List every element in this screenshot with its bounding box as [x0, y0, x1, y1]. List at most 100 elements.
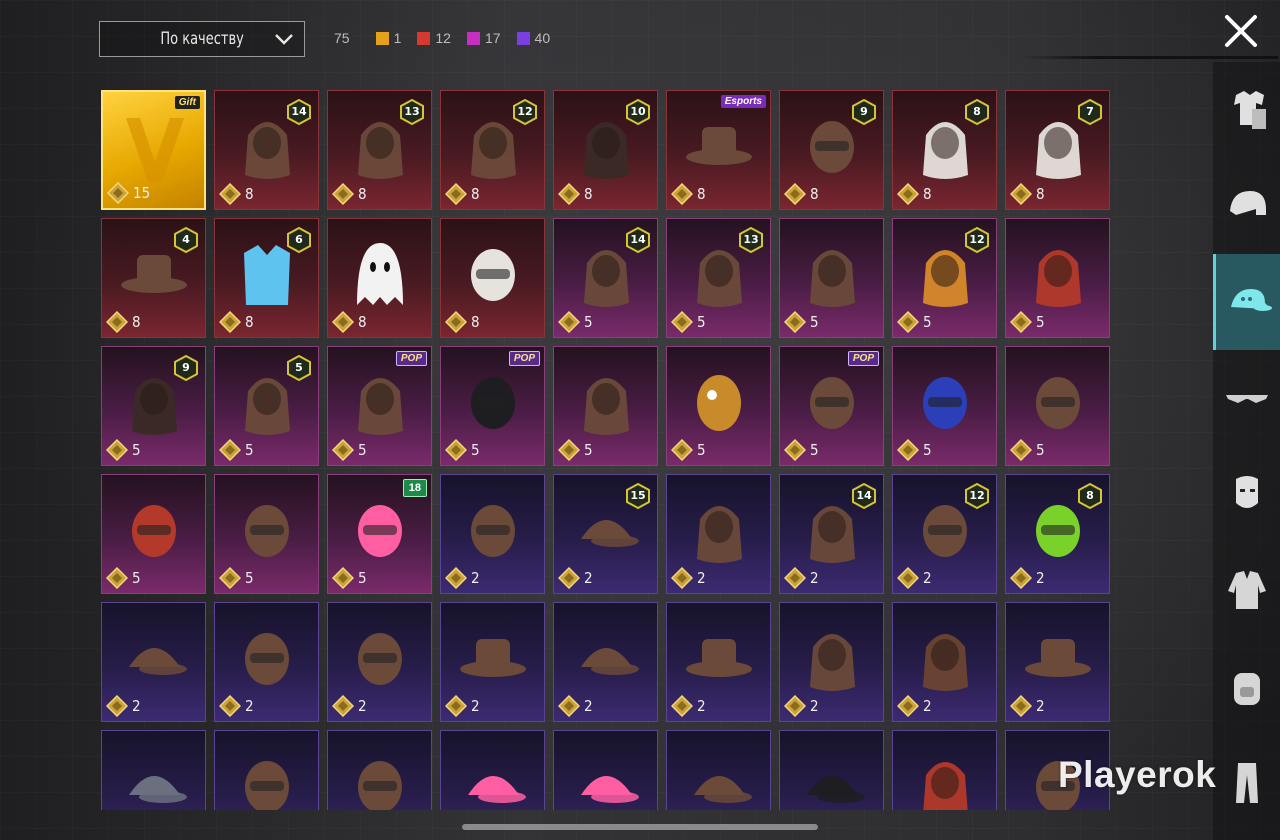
- item-card[interactable]: 5: [892, 346, 997, 466]
- item-card[interactable]: 8: [327, 218, 432, 338]
- diamond-token-icon: [558, 695, 580, 717]
- item-card[interactable]: 8: [440, 218, 545, 338]
- item-card[interactable]: 5: [1005, 218, 1110, 338]
- level-badge-value: 14: [856, 489, 872, 502]
- item-card[interactable]: 2: [440, 474, 545, 594]
- baseball-cap-artwork: [129, 648, 187, 675]
- item-points-value: 2: [810, 697, 819, 715]
- item-card[interactable]: 14 2: [779, 474, 884, 594]
- glasses-icon: [1225, 395, 1268, 403]
- item-card[interactable]: 2: [892, 602, 997, 722]
- item-card[interactable]: Esports 8: [666, 90, 771, 210]
- item-card[interactable]: Gift 15: [101, 90, 206, 210]
- sort-dropdown[interactable]: По качеству: [99, 21, 305, 57]
- item-card[interactable]: 2: [666, 474, 771, 594]
- item-card[interactable]: POP 5: [440, 346, 545, 466]
- sidebar-tab-cap[interactable]: [1213, 254, 1280, 350]
- item-card[interactable]: 10 8: [553, 90, 658, 210]
- beanie-artwork: [581, 648, 639, 675]
- quality-count-value: 17: [484, 30, 501, 46]
- item-points: 2: [106, 695, 141, 717]
- item-card[interactable]: 5: [553, 346, 658, 466]
- diamond-token-icon: [897, 183, 919, 205]
- item-points: 2: [558, 695, 593, 717]
- face-mask-icon: [1235, 476, 1258, 508]
- close-icon[interactable]: [1222, 12, 1260, 50]
- item-card[interactable]: 88: [892, 90, 997, 210]
- sidebar-tab-outfit[interactable]: [1213, 62, 1280, 158]
- item-card[interactable]: 14 8: [214, 90, 319, 210]
- item-card[interactable]: 2: [666, 602, 771, 722]
- item-points: 2: [558, 567, 593, 589]
- item-card[interactable]: [779, 730, 884, 810]
- sidebar-tab-backpack[interactable]: [1213, 638, 1280, 734]
- item-card[interactable]: 5: [779, 218, 884, 338]
- home-indicator[interactable]: [462, 824, 818, 830]
- total-count: 75: [334, 30, 350, 46]
- item-card[interactable]: 14 5: [553, 218, 658, 338]
- item-card[interactable]: 5: [1005, 346, 1110, 466]
- sidebar-tab-helmet[interactable]: [1213, 158, 1280, 254]
- item-card[interactable]: 2: [440, 602, 545, 722]
- item-points: 8: [106, 311, 141, 333]
- diamond-token-icon: [897, 695, 919, 717]
- item-card[interactable]: 2: [1005, 602, 1110, 722]
- diamond-token-icon: [445, 439, 467, 461]
- item-card[interactable]: 5: [214, 474, 319, 594]
- sidebar-tab-face-mask[interactable]: [1213, 446, 1280, 542]
- category-sidebar: [1213, 62, 1280, 840]
- item-card[interactable]: [440, 730, 545, 810]
- item-card[interactable]: 2: [101, 602, 206, 722]
- item-card[interactable]: [892, 730, 997, 810]
- item-points: 2: [784, 567, 819, 589]
- item-card[interactable]: 95: [101, 346, 206, 466]
- item-points: 5: [106, 567, 141, 589]
- item-card[interactable]: 12 5: [892, 218, 997, 338]
- sidebar-tab-jacket[interactable]: [1213, 542, 1280, 638]
- item-card[interactable]: 13 8: [327, 90, 432, 210]
- pants-icon: [1235, 763, 1258, 803]
- item-card[interactable]: 2: [214, 602, 319, 722]
- item-points-value: 5: [132, 569, 141, 587]
- item-card[interactable]: 5: [666, 346, 771, 466]
- item-card[interactable]: POP 5: [779, 346, 884, 466]
- item-points: 2: [1010, 695, 1045, 717]
- sidebar-tab-glasses[interactable]: [1213, 350, 1280, 446]
- item-card[interactable]: [101, 730, 206, 810]
- item-card[interactable]: 48: [101, 218, 206, 338]
- level-badge-value: 14: [630, 233, 646, 246]
- item-card[interactable]: [327, 730, 432, 810]
- item-card[interactable]: [553, 730, 658, 810]
- item-card[interactable]: 78: [1005, 90, 1110, 210]
- item-card[interactable]: 2: [553, 602, 658, 722]
- item-card[interactable]: 18 5: [327, 474, 432, 594]
- item-card[interactable]: 2: [779, 602, 884, 722]
- item-card[interactable]: 55: [214, 346, 319, 466]
- item-card[interactable]: 2: [327, 602, 432, 722]
- level-badge: 9: [174, 354, 198, 382]
- level-badge-value: 12: [969, 489, 985, 502]
- item-card[interactable]: 13 5: [666, 218, 771, 338]
- diamond-token-icon: [445, 695, 467, 717]
- item-points: 8: [445, 183, 480, 205]
- bunny-mask-artwork: [810, 377, 854, 429]
- level-badge: 14: [287, 98, 311, 126]
- item-points: 5: [445, 439, 480, 461]
- item-card[interactable]: [666, 730, 771, 810]
- item-card[interactable]: 98: [779, 90, 884, 210]
- item-points: 2: [784, 695, 819, 717]
- item-card[interactable]: [214, 730, 319, 810]
- item-points: 8: [897, 183, 932, 205]
- level-badge-value: 12: [969, 233, 985, 246]
- item-card[interactable]: 82: [1005, 474, 1110, 594]
- item-card[interactable]: 68: [214, 218, 319, 338]
- diamond-token-icon: [107, 182, 129, 204]
- item-card[interactable]: 15 2: [553, 474, 658, 594]
- sidebar-tab-pants[interactable]: [1213, 734, 1280, 830]
- item-card[interactable]: 12 2: [892, 474, 997, 594]
- item-tag: POP: [395, 351, 427, 366]
- quality-count-orange: 1: [375, 30, 401, 46]
- item-card[interactable]: 5: [101, 474, 206, 594]
- item-card[interactable]: POP 5: [327, 346, 432, 466]
- item-card[interactable]: 12 8: [440, 90, 545, 210]
